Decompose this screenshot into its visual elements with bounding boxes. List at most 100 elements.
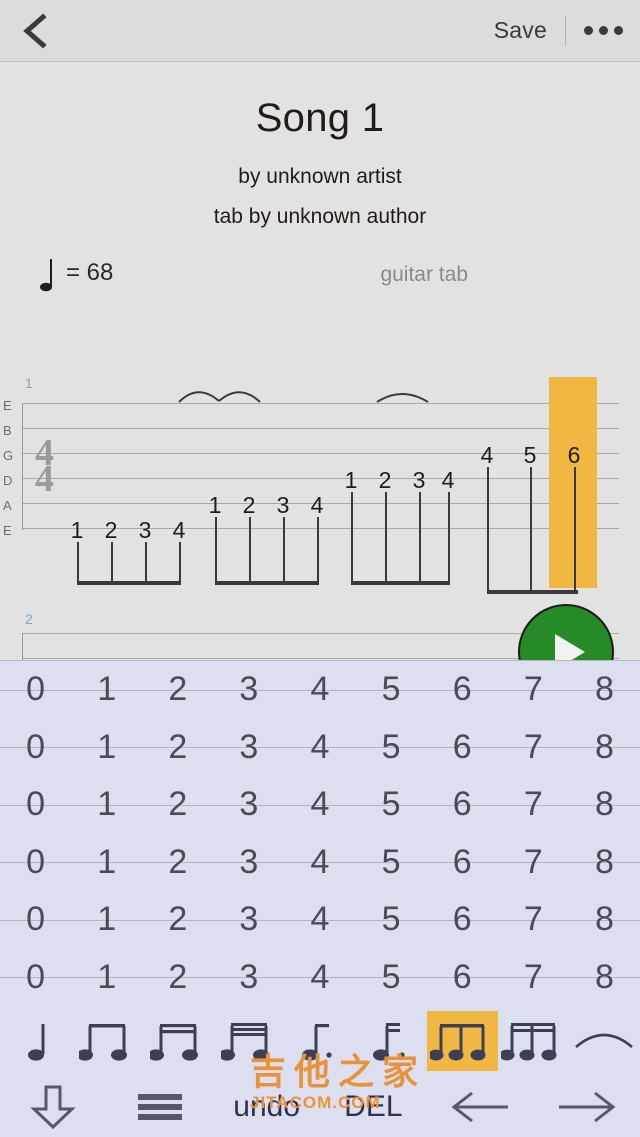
keypad-key[interactable]: 4	[284, 719, 355, 777]
keypad-key[interactable]: 2	[142, 719, 213, 777]
fret-number[interactable]: 2	[238, 494, 260, 517]
keypad-key[interactable]: 8	[569, 776, 640, 834]
keypad-key[interactable]: 5	[356, 891, 427, 949]
keypad-key[interactable]: 3	[213, 719, 284, 777]
keypad-key[interactable]: 5	[356, 719, 427, 777]
staff-system-1[interactable]: E B G D A E 4 4 1 2 3 4 1 2 3 4 1 2 3 4	[0, 377, 640, 594]
note-stem	[145, 542, 147, 585]
keypad-key[interactable]: 3	[213, 661, 284, 719]
keypad-key[interactable]: 8	[569, 891, 640, 949]
keypad-key[interactable]: 0	[0, 949, 71, 1007]
dotted-eighth-note-icon[interactable]	[284, 1011, 355, 1071]
score-view[interactable]: Song 1 by unknown artist tab by unknown …	[0, 63, 640, 660]
arrow-left-icon[interactable]	[427, 1077, 534, 1137]
fret-number[interactable]: 3	[272, 494, 294, 517]
keypad-key[interactable]: 3	[213, 891, 284, 949]
keypad-key[interactable]: 0	[0, 776, 71, 834]
keypad-key[interactable]: 0	[0, 719, 71, 777]
keypad-key[interactable]: 5	[356, 834, 427, 892]
keypad-key[interactable]: 4	[284, 834, 355, 892]
keypad-key[interactable]: 0	[0, 891, 71, 949]
dotted-sixteenth-note-icon[interactable]	[356, 1011, 427, 1071]
fret-number[interactable]: 3	[408, 469, 430, 492]
keypad-key[interactable]: 7	[498, 719, 569, 777]
keypad-key[interactable]: 1	[71, 661, 142, 719]
keypad-key[interactable]: 6	[427, 834, 498, 892]
keypad-key[interactable]: 2	[142, 891, 213, 949]
sixteenth-note-pair-icon[interactable]	[142, 1011, 213, 1071]
keypad-key[interactable]: 7	[498, 834, 569, 892]
sixteenth-note-triplet-icon[interactable]	[498, 1011, 569, 1071]
track-name[interactable]: guitar tab	[380, 263, 468, 287]
eighth-note-pair-icon[interactable]	[71, 1011, 142, 1071]
keypad-key[interactable]: 7	[498, 891, 569, 949]
fret-number-selected[interactable]: 6	[563, 444, 585, 467]
string-label-a: A	[3, 498, 12, 513]
keypad-key[interactable]: 7	[498, 661, 569, 719]
fret-number[interactable]: 4	[476, 444, 498, 467]
keypad-key[interactable]: 3	[213, 949, 284, 1007]
keypad-key[interactable]: 7	[498, 776, 569, 834]
fret-number[interactable]: 4	[437, 469, 459, 492]
keypad-key[interactable]: 6	[427, 776, 498, 834]
keypad-key[interactable]: 4	[284, 661, 355, 719]
keypad-key[interactable]: 6	[427, 949, 498, 1007]
keypad-key[interactable]: 1	[71, 949, 142, 1007]
keypad-key[interactable]: 2	[142, 661, 213, 719]
keypad-key[interactable]: 1	[71, 834, 142, 892]
keypad-key[interactable]: 2	[142, 776, 213, 834]
keypad-key[interactable]: 2	[142, 834, 213, 892]
fret-number[interactable]: 3	[134, 519, 156, 542]
keypad-key[interactable]: 0	[0, 661, 71, 719]
arrow-right-icon[interactable]	[533, 1077, 640, 1137]
keypad-key[interactable]: 3	[213, 776, 284, 834]
keypad-key[interactable]: 3	[213, 834, 284, 892]
fret-keypad[interactable]: 0123456780123456780123456780123456780123…	[0, 660, 640, 1005]
keypad-key[interactable]: 5	[356, 661, 427, 719]
fret-number[interactable]: 4	[168, 519, 190, 542]
keypad-key[interactable]: 6	[427, 891, 498, 949]
action-bar[interactable]: undo DEL	[0, 1077, 640, 1137]
back-button[interactable]	[0, 12, 70, 49]
keypad-key[interactable]: 7	[498, 949, 569, 1007]
fret-number[interactable]: 4	[306, 494, 328, 517]
tempo-value[interactable]: = 68	[66, 259, 113, 287]
keypad-key[interactable]: 4	[284, 776, 355, 834]
tie-slur-icon[interactable]	[569, 1011, 640, 1071]
quarter-note-icon[interactable]	[0, 1011, 71, 1071]
play-button[interactable]	[518, 604, 614, 660]
undo-button[interactable]: undo	[213, 1077, 320, 1137]
keypad-key[interactable]: 6	[427, 661, 498, 719]
keypad-key[interactable]: 5	[356, 776, 427, 834]
keypad-key[interactable]: 4	[284, 891, 355, 949]
delete-button[interactable]: DEL	[320, 1077, 427, 1137]
keypad-key[interactable]: 1	[71, 891, 142, 949]
keypad-key[interactable]: 2	[142, 949, 213, 1007]
fret-number[interactable]: 2	[100, 519, 122, 542]
hamburger-line-2	[138, 1104, 182, 1110]
keypad-key[interactable]: 1	[71, 719, 142, 777]
eighth-note-triplet-icon[interactable]	[426, 1011, 498, 1071]
save-button[interactable]: Save	[494, 17, 565, 44]
download-arrow-icon[interactable]	[0, 1077, 107, 1137]
keypad-key[interactable]: 0	[0, 834, 71, 892]
keypad-key[interactable]: 6	[427, 719, 498, 777]
duration-toolbar[interactable]	[0, 1005, 640, 1077]
fret-number[interactable]: 1	[340, 469, 362, 492]
keypad-key[interactable]: 4	[284, 949, 355, 1007]
keypad-key[interactable]: 8	[569, 834, 640, 892]
fret-number[interactable]: 2	[374, 469, 396, 492]
keypad-key[interactable]: 8	[569, 719, 640, 777]
time-signature-denominator: 4	[35, 458, 54, 500]
cursor-highlight[interactable]	[549, 377, 597, 588]
keypad-key[interactable]: 5	[356, 949, 427, 1007]
hamburger-menu-icon[interactable]	[107, 1077, 214, 1137]
keypad-key[interactable]: 8	[569, 949, 640, 1007]
fret-number[interactable]: 1	[204, 494, 226, 517]
fret-number[interactable]: 1	[66, 519, 88, 542]
thirtysecond-note-pair-icon[interactable]	[213, 1011, 284, 1071]
keypad-key[interactable]: 1	[71, 776, 142, 834]
fret-number[interactable]: 5	[519, 444, 541, 467]
more-options-button[interactable]	[566, 26, 640, 35]
keypad-key[interactable]: 8	[569, 661, 640, 719]
